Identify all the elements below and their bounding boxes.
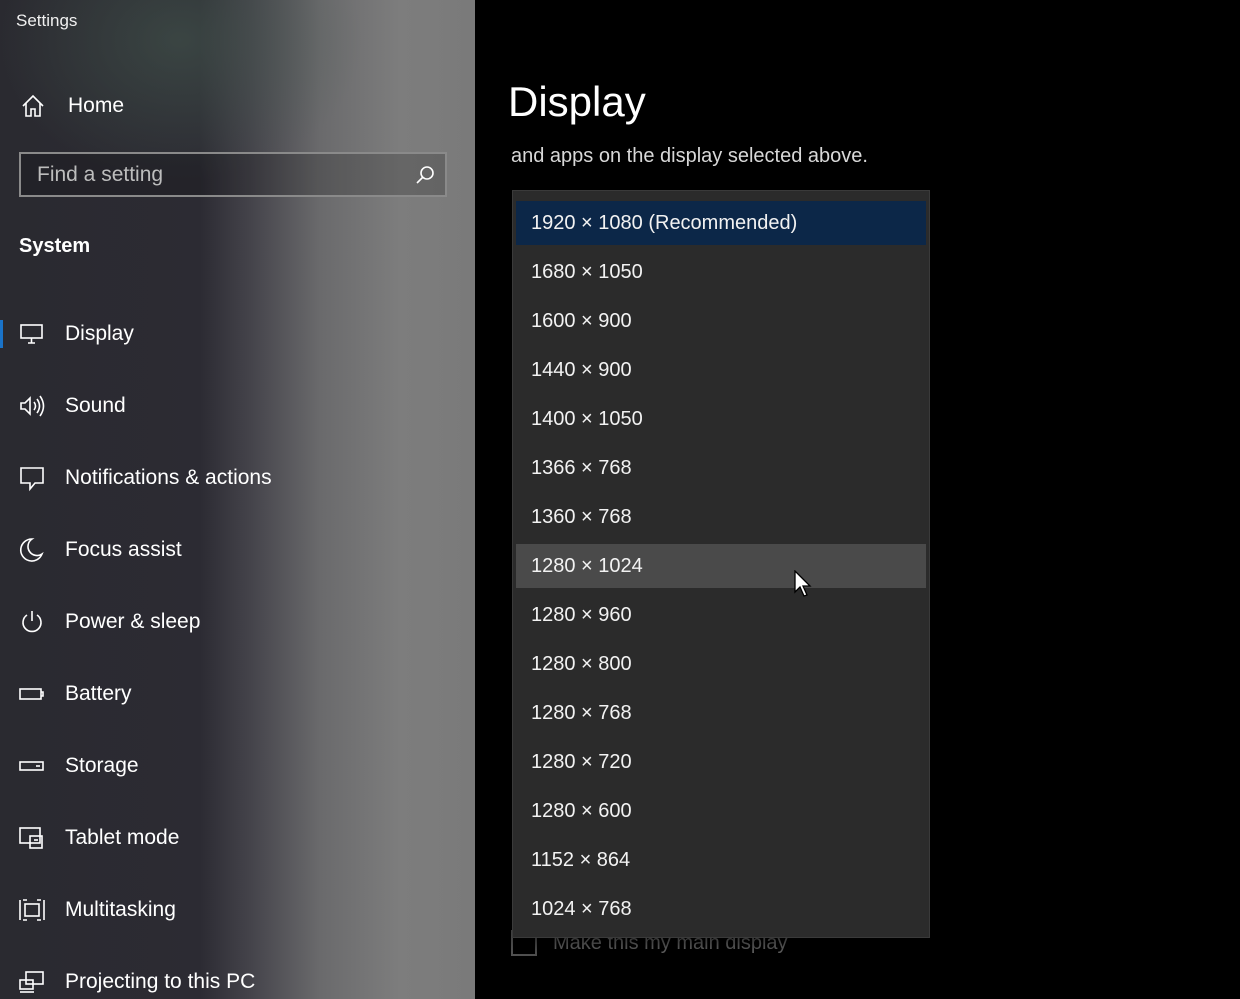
resolution-option[interactable]: 1152 × 864 [516,838,926,882]
search-box[interactable] [19,152,447,197]
sidebar-item-display[interactable]: Display [0,298,475,370]
projecting-icon [19,971,44,993]
multitasking-icon [19,899,45,921]
speaker-icon [20,395,45,417]
sidebar-item-label: Power & sleep [65,610,201,633]
sidebar-item-label: Focus assist [65,538,182,561]
power-icon [22,611,42,633]
sidebar-item-label: Tablet mode [65,826,180,849]
resolution-option[interactable]: 1280 × 720 [516,740,926,784]
sidebar-item-power-sleep[interactable]: Power & sleep [0,586,475,658]
sidebar-item-label: Multitasking [65,898,176,921]
resolution-option[interactable]: 1280 × 800 [516,642,926,686]
sidebar-item-label: Battery [65,682,132,705]
resolution-option[interactable]: 1400 × 1050 [516,397,926,441]
sidebar-item-battery[interactable]: Battery [0,658,475,730]
sidebar-item-sound[interactable]: Sound [0,370,475,442]
tablet-mode-icon [19,827,43,849]
sidebar: Settings Home System Display Sound Notif… [0,0,475,999]
section-title: System [19,235,91,257]
sidebar-item-notifications[interactable]: Notifications & actions [0,442,475,514]
sidebar-item-storage[interactable]: Storage [0,730,475,802]
resolution-option[interactable]: 1280 × 768 [516,691,926,735]
description-text: and apps on the display selected above. [511,145,868,167]
sidebar-item-focus-assist[interactable]: Focus assist [0,514,475,586]
clipped-description-line [510,131,1160,143]
sidebar-item-projecting[interactable]: Projecting to this PC [0,946,475,999]
resolution-option[interactable]: 1600 × 900 [516,299,926,343]
resolution-option[interactable]: 1360 × 768 [516,495,926,539]
monitor-icon [20,324,43,344]
battery-icon [19,688,44,700]
resolution-option[interactable]: 1440 × 900 [516,348,926,392]
resolution-option[interactable]: 1024 × 768 [516,887,926,931]
home-icon [22,94,44,117]
storage-icon [19,761,44,771]
page-title: Display [508,78,646,125]
resolution-option[interactable]: 1280 × 600 [516,789,926,833]
search-input[interactable] [21,161,405,188]
sidebar-nav: Display Sound Notifications & actions Fo… [0,298,475,999]
sidebar-item-label: Display [65,322,134,345]
sidebar-item-multitasking[interactable]: Multitasking [0,874,475,946]
home-link[interactable]: Home [20,88,124,124]
resolution-option[interactable]: 1680 × 1050 [516,250,926,294]
resolution-option[interactable]: 1280 × 1024 [516,544,926,588]
sidebar-item-label: Projecting to this PC [65,970,256,993]
app-title: Settings [16,11,78,30]
mouse-cursor-icon [794,570,812,597]
resolution-option[interactable]: 1280 × 960 [516,593,926,637]
home-label: Home [68,94,125,117]
resolution-option[interactable]: 1366 × 768 [516,446,926,490]
sidebar-item-label: Notifications & actions [65,466,272,489]
resolution-option[interactable]: 1920 × 1080 (Recommended) [516,201,926,245]
sidebar-item-label: Sound [65,394,126,417]
moon-icon [20,538,44,562]
sidebar-item-tablet-mode[interactable]: Tablet mode [0,802,475,874]
sidebar-item-label: Storage [65,754,139,777]
resolution-dropdown-list[interactable]: 1920 × 1080 (Recommended) 1680 × 1050 16… [512,190,930,938]
search-icon[interactable] [405,154,445,195]
notification-icon [20,467,44,492]
